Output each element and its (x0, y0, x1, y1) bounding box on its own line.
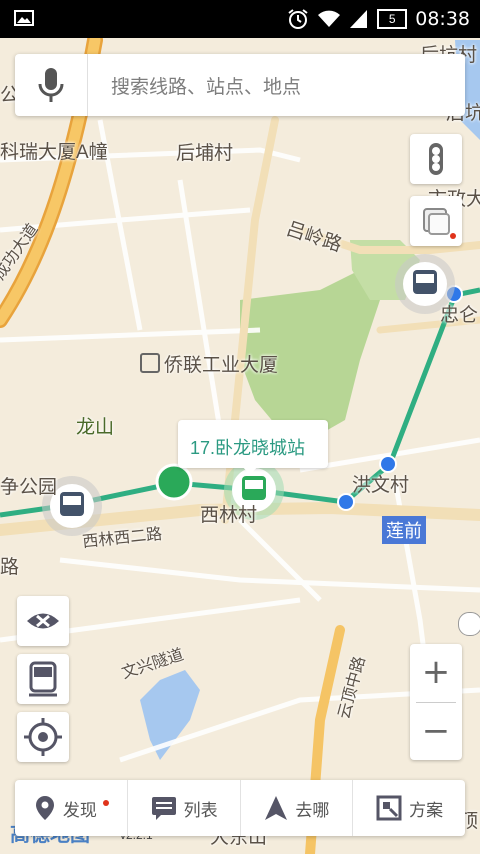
zoom-out-button[interactable]: − (410, 703, 462, 760)
layers-icon (423, 208, 456, 239)
map-label: 龙山 (76, 417, 115, 438)
battery-level: 5 (388, 12, 396, 26)
building-icon (140, 353, 160, 373)
tab-plan[interactable]: 方案 (352, 780, 465, 836)
current-position-marker (155, 463, 193, 501)
traffic-toggle-button[interactable] (410, 134, 462, 184)
signal-icon (350, 10, 368, 28)
map-label: 后埔村 (176, 143, 234, 164)
map-label: 忠仑 (440, 305, 479, 326)
route-plan-icon (376, 795, 402, 821)
list-icon (151, 797, 176, 820)
callout-tail (242, 466, 258, 475)
tab-label: 发现 (62, 800, 97, 820)
status-bar: 5 08:38 (0, 0, 480, 38)
poi-qiaolian[interactable]: 侨联工业大厦 (140, 350, 278, 377)
locate-button[interactable] (17, 712, 69, 762)
bottom-nav: 发现 列表 去哪 方案 (15, 780, 465, 836)
tab-label: 方案 (409, 800, 444, 820)
locate-icon (24, 718, 62, 756)
microphone-icon (38, 68, 64, 102)
station-callout[interactable]: 17.卧龙晓城站 (178, 420, 328, 475)
map-label: 科瑞大厦A幢 (0, 142, 108, 163)
map-label-highlight: 莲前 (382, 516, 426, 544)
bus-mode-button[interactable] (17, 654, 69, 704)
location-pin-icon (35, 796, 54, 820)
map-label: 西林村 (200, 505, 258, 526)
tab-list[interactable]: 列表 (126, 780, 240, 836)
traffic-light-icon (429, 143, 443, 175)
wifi-icon (318, 10, 341, 27)
battery-icon: 5 (377, 9, 408, 29)
map-label: 路 (0, 557, 20, 578)
tab-discover[interactable]: 发现 (15, 780, 127, 836)
eye-icon (27, 613, 59, 629)
notification-dot (102, 800, 109, 806)
map-label: 争公园 (0, 477, 58, 498)
alarm-icon (288, 9, 308, 29)
voice-search-button[interactable] (15, 54, 88, 116)
tab-go[interactable]: 去哪 (239, 780, 353, 836)
layers-button[interactable] (410, 196, 462, 246)
search-bar[interactable]: 搜索线路、站点、地点 (15, 54, 465, 116)
zoom-in-button[interactable]: + (410, 644, 462, 701)
image-icon (14, 10, 34, 26)
bus-icon (29, 661, 57, 697)
search-input[interactable]: 搜索线路、站点、地点 (111, 72, 301, 99)
tab-label: 去哪 (295, 800, 330, 820)
navigation-arrow-icon (265, 796, 288, 820)
clock: 08:38 (415, 8, 470, 30)
station-name: 17.卧龙晓城站 (190, 438, 306, 458)
zoom-control: + − (410, 644, 462, 760)
poi-label: 侨联工业大厦 (164, 355, 279, 376)
map-label: 洪文村 (352, 475, 410, 496)
tab-label: 列表 (183, 800, 218, 820)
museum-poi-icon[interactable] (458, 612, 480, 636)
eye-toggle-button[interactable] (17, 596, 69, 646)
